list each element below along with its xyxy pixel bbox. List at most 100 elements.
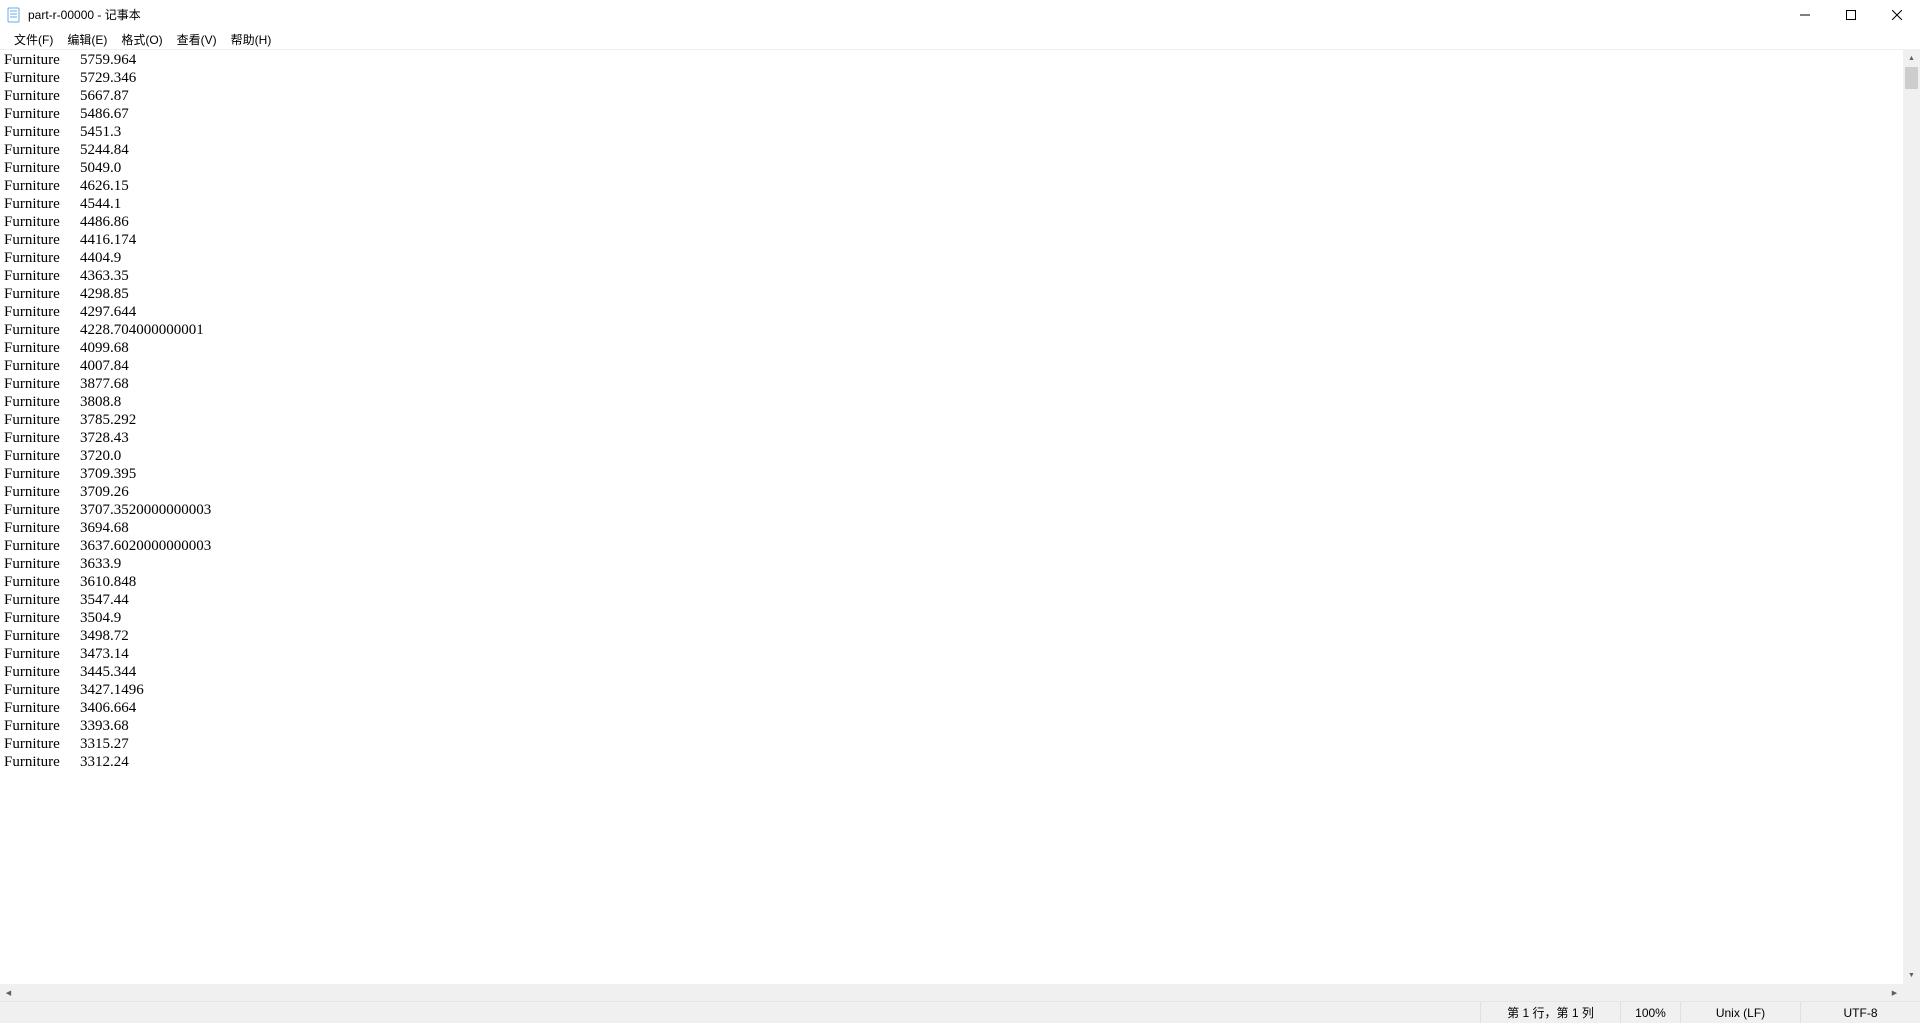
- line-label: Furniture: [4, 429, 80, 447]
- line-label: Furniture: [4, 303, 80, 321]
- line-label: Furniture: [4, 609, 80, 627]
- line-label: Furniture: [4, 393, 80, 411]
- line-value: 3877.68: [80, 376, 129, 392]
- line-value: 5244.84: [80, 142, 129, 158]
- text-line: Furniture4099.68: [4, 339, 1899, 357]
- line-label: Furniture: [4, 231, 80, 249]
- text-line: Furniture3633.9: [4, 555, 1899, 573]
- line-label: Furniture: [4, 483, 80, 501]
- text-area[interactable]: Furniture5759.964Furniture5729.346Furnit…: [0, 50, 1903, 984]
- line-value: 4544.1: [80, 196, 121, 212]
- scroll-up-arrow-icon[interactable]: ▲: [1903, 50, 1920, 67]
- line-value: 5451.3: [80, 124, 121, 140]
- line-label: Furniture: [4, 87, 80, 105]
- line-value: 3315.27: [80, 736, 129, 752]
- line-label: Furniture: [4, 69, 80, 87]
- close-button[interactable]: [1874, 0, 1920, 30]
- line-label: Furniture: [4, 285, 80, 303]
- status-zoom: 100%: [1620, 1002, 1680, 1023]
- menu-format[interactable]: 格式(O): [115, 30, 168, 49]
- text-line: Furniture4297.644: [4, 303, 1899, 321]
- text-line: Furniture3504.9: [4, 609, 1899, 627]
- line-label: Furniture: [4, 141, 80, 159]
- line-label: Furniture: [4, 699, 80, 717]
- line-value: 4298.85: [80, 286, 129, 302]
- line-value: 4363.35: [80, 268, 129, 284]
- line-label: Furniture: [4, 411, 80, 429]
- window-title: part-r-00000 - 记事本: [28, 6, 141, 23]
- notepad-app-icon: [6, 7, 22, 23]
- text-line: Furniture5667.87: [4, 87, 1899, 105]
- menu-edit[interactable]: 编辑(E): [61, 30, 113, 49]
- line-label: Furniture: [4, 213, 80, 231]
- text-line: Furniture3445.344: [4, 663, 1899, 681]
- menu-file[interactable]: 文件(F): [8, 30, 59, 49]
- text-line: Furniture3877.68: [4, 375, 1899, 393]
- line-label: Furniture: [4, 339, 80, 357]
- text-line: Furniture4626.15: [4, 177, 1899, 195]
- scroll-right-arrow-icon[interactable]: ▶: [1886, 984, 1903, 1001]
- line-value: 3728.43: [80, 430, 129, 446]
- text-line: Furniture4363.35: [4, 267, 1899, 285]
- line-value: 3427.1496: [80, 682, 144, 698]
- status-caret-position: 第 1 行，第 1 列: [1480, 1002, 1620, 1023]
- text-line: Furniture3709.26: [4, 483, 1899, 501]
- horizontal-scrollbar[interactable]: ◀ ▶: [0, 984, 1903, 1001]
- minimize-button[interactable]: [1782, 0, 1828, 30]
- text-line: Furniture4544.1: [4, 195, 1899, 213]
- text-line: Furniture5486.67: [4, 105, 1899, 123]
- window-controls: [1782, 0, 1920, 29]
- line-value: 3720.0: [80, 448, 121, 464]
- text-line: Furniture3312.24: [4, 753, 1899, 771]
- line-value: 3808.8: [80, 394, 121, 410]
- text-line: Furniture5244.84: [4, 141, 1899, 159]
- line-label: Furniture: [4, 519, 80, 537]
- line-value: 3785.292: [80, 412, 136, 428]
- text-line: Furniture3610.848: [4, 573, 1899, 591]
- line-value: 3709.26: [80, 484, 129, 500]
- line-value: 3473.14: [80, 646, 129, 662]
- line-value: 4297.644: [80, 304, 136, 320]
- scroll-left-arrow-icon[interactable]: ◀: [0, 984, 17, 1001]
- maximize-button[interactable]: [1828, 0, 1874, 30]
- line-value: 4099.68: [80, 340, 129, 356]
- line-label: Furniture: [4, 663, 80, 681]
- line-value: 3393.68: [80, 718, 129, 734]
- text-line: Furniture3720.0: [4, 447, 1899, 465]
- horizontal-scroll-track[interactable]: [17, 984, 1886, 1001]
- text-line: Furniture3709.395: [4, 465, 1899, 483]
- text-line: Furniture4298.85: [4, 285, 1899, 303]
- line-value: 5486.67: [80, 106, 129, 122]
- line-value: 4007.84: [80, 358, 129, 374]
- text-line: Furniture3694.68: [4, 519, 1899, 537]
- menu-view[interactable]: 查看(V): [171, 30, 223, 49]
- line-value: 3504.9: [80, 610, 121, 626]
- line-label: Furniture: [4, 645, 80, 663]
- scroll-down-arrow-icon[interactable]: ▼: [1903, 967, 1920, 984]
- text-line: Furniture4404.9: [4, 249, 1899, 267]
- text-line: Furniture3498.72: [4, 627, 1899, 645]
- line-label: Furniture: [4, 267, 80, 285]
- line-label: Furniture: [4, 735, 80, 753]
- text-line: Furniture3728.43: [4, 429, 1899, 447]
- line-label: Furniture: [4, 573, 80, 591]
- text-line: Furniture5759.964: [4, 51, 1899, 69]
- line-label: Furniture: [4, 375, 80, 393]
- line-value: 4404.9: [80, 250, 121, 266]
- status-bar: 第 1 行，第 1 列 100% Unix (LF) UTF-8: [0, 1001, 1920, 1023]
- vertical-scroll-thumb[interactable]: [1905, 67, 1918, 89]
- text-line: Furniture5451.3: [4, 123, 1899, 141]
- line-label: Furniture: [4, 321, 80, 339]
- text-line: Furniture3427.1496: [4, 681, 1899, 699]
- vertical-scrollbar[interactable]: ▲ ▼: [1903, 50, 1920, 984]
- line-label: Furniture: [4, 501, 80, 519]
- line-value: 4228.704000000001: [80, 322, 204, 338]
- line-value: 5759.964: [80, 52, 136, 68]
- line-label: Furniture: [4, 555, 80, 573]
- text-line: Furniture3473.14: [4, 645, 1899, 663]
- line-label: Furniture: [4, 447, 80, 465]
- line-value: 3406.664: [80, 700, 136, 716]
- text-line: Furniture3393.68: [4, 717, 1899, 735]
- menu-help[interactable]: 帮助(H): [225, 30, 278, 49]
- vertical-scroll-track[interactable]: [1903, 67, 1920, 967]
